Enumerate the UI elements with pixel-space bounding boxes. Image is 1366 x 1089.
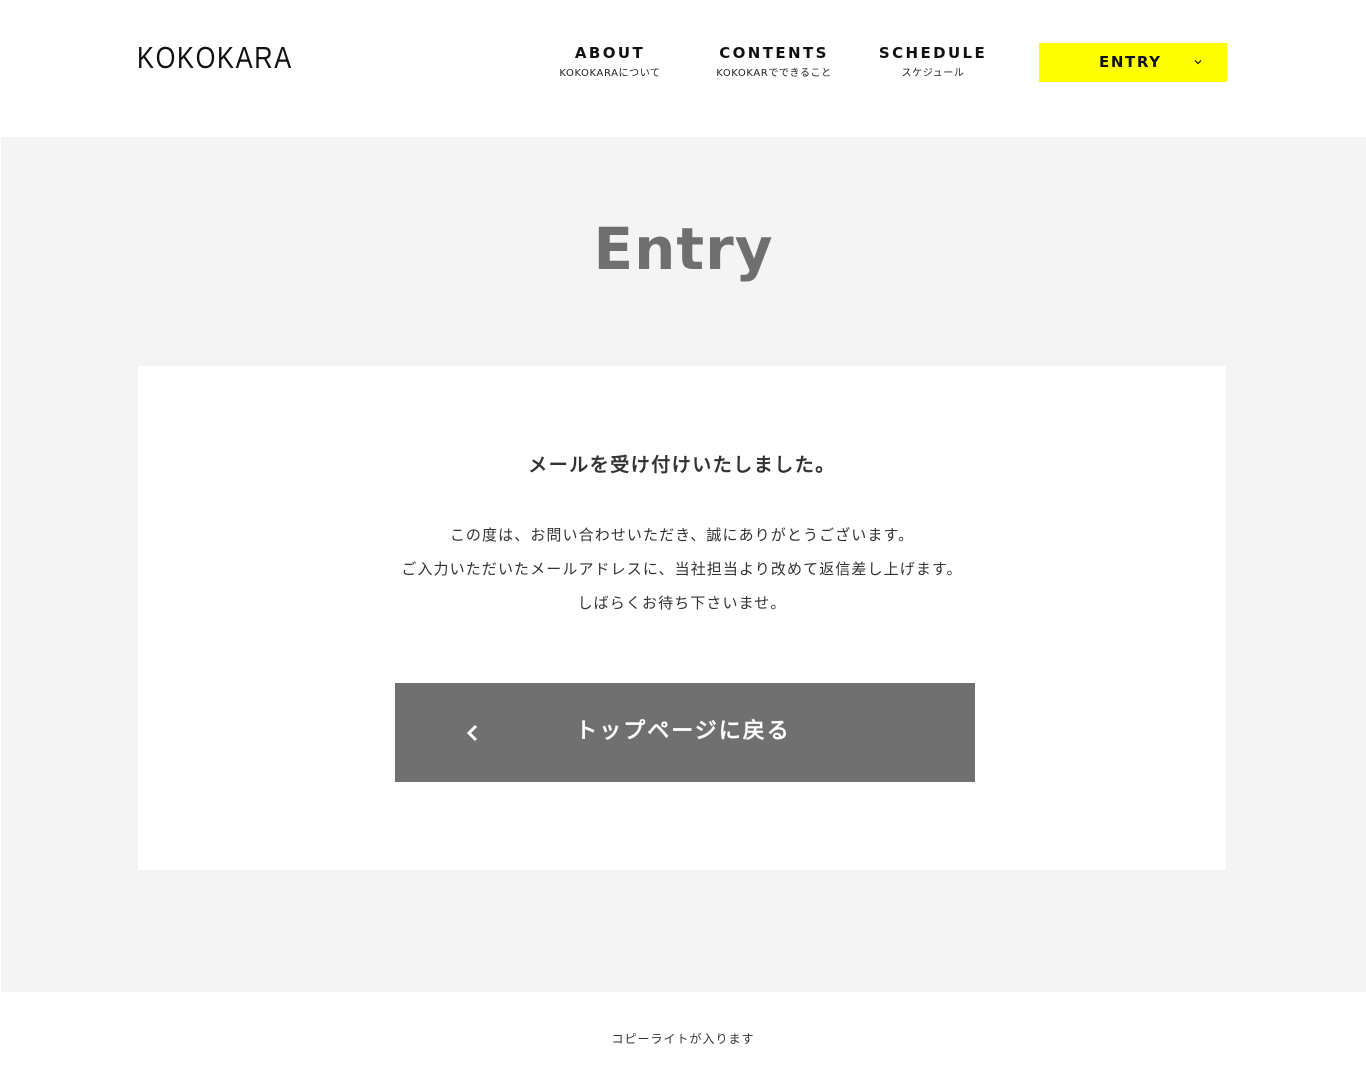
main-section: Entry メールを受け付けいたしました。 この度は、お問い合わせいただき、誠に… — [1, 137, 1366, 992]
confirmation-card: メールを受け付けいたしました。 この度は、お問い合わせいただき、誠にありがとうご… — [138, 366, 1226, 870]
site-footer: コピーライトが入ります — [0, 992, 1366, 1089]
nav-item-about-label: ABOUT — [574, 44, 646, 62]
nav-item-contents-label: CONTENTS — [719, 44, 829, 62]
confirmation-heading: メールを受け付けいたしました。 — [528, 454, 836, 476]
message-line: この度は、お問い合わせいただき、誠にありがとうございます。 — [449, 526, 915, 544]
nav-item-about[interactable]: ABOUT KOKOKARAについて — [540, 44, 680, 80]
copyright-text: コピーライトが入ります — [611, 1032, 755, 1046]
nav-item-schedule-sublabel: スケジュール — [901, 68, 965, 79]
nav-item-schedule[interactable]: SCHEDULE スケジュール — [866, 44, 1000, 80]
page-title: Entry — [593, 215, 774, 283]
entry-button[interactable]: ENTRY — [1039, 43, 1227, 82]
site-header: KOKOKARA ABOUT KOKOKARAについて CONTENTS KOK… — [0, 0, 1366, 137]
entry-button-label: ENTRY — [1099, 53, 1162, 71]
nav-item-contents[interactable]: CONTENTS KOKOKARでできること — [700, 44, 848, 80]
message-line: しばらくお待ち下さいませ。 — [577, 594, 787, 612]
back-to-top-label: トップページに戻る — [575, 719, 791, 744]
nav-item-schedule-label: SCHEDULE — [878, 44, 988, 62]
nav-item-contents-sublabel: KOKOKARでできること — [716, 68, 832, 79]
chevron-down-icon — [1194, 60, 1202, 65]
nav-item-about-sublabel: KOKOKARAについて — [559, 68, 661, 79]
confirmation-message: この度は、お問い合わせいただき、誠にありがとうございます。 ご入力いただいたメー… — [138, 518, 1226, 620]
back-to-top-button[interactable]: トップページに戻る — [395, 683, 975, 782]
message-line: ご入力いただいたメールアドレスに、当社担当より改めて返信差し上げます。 — [401, 560, 963, 578]
site-logo[interactable]: KOKOKARA — [137, 40, 293, 76]
